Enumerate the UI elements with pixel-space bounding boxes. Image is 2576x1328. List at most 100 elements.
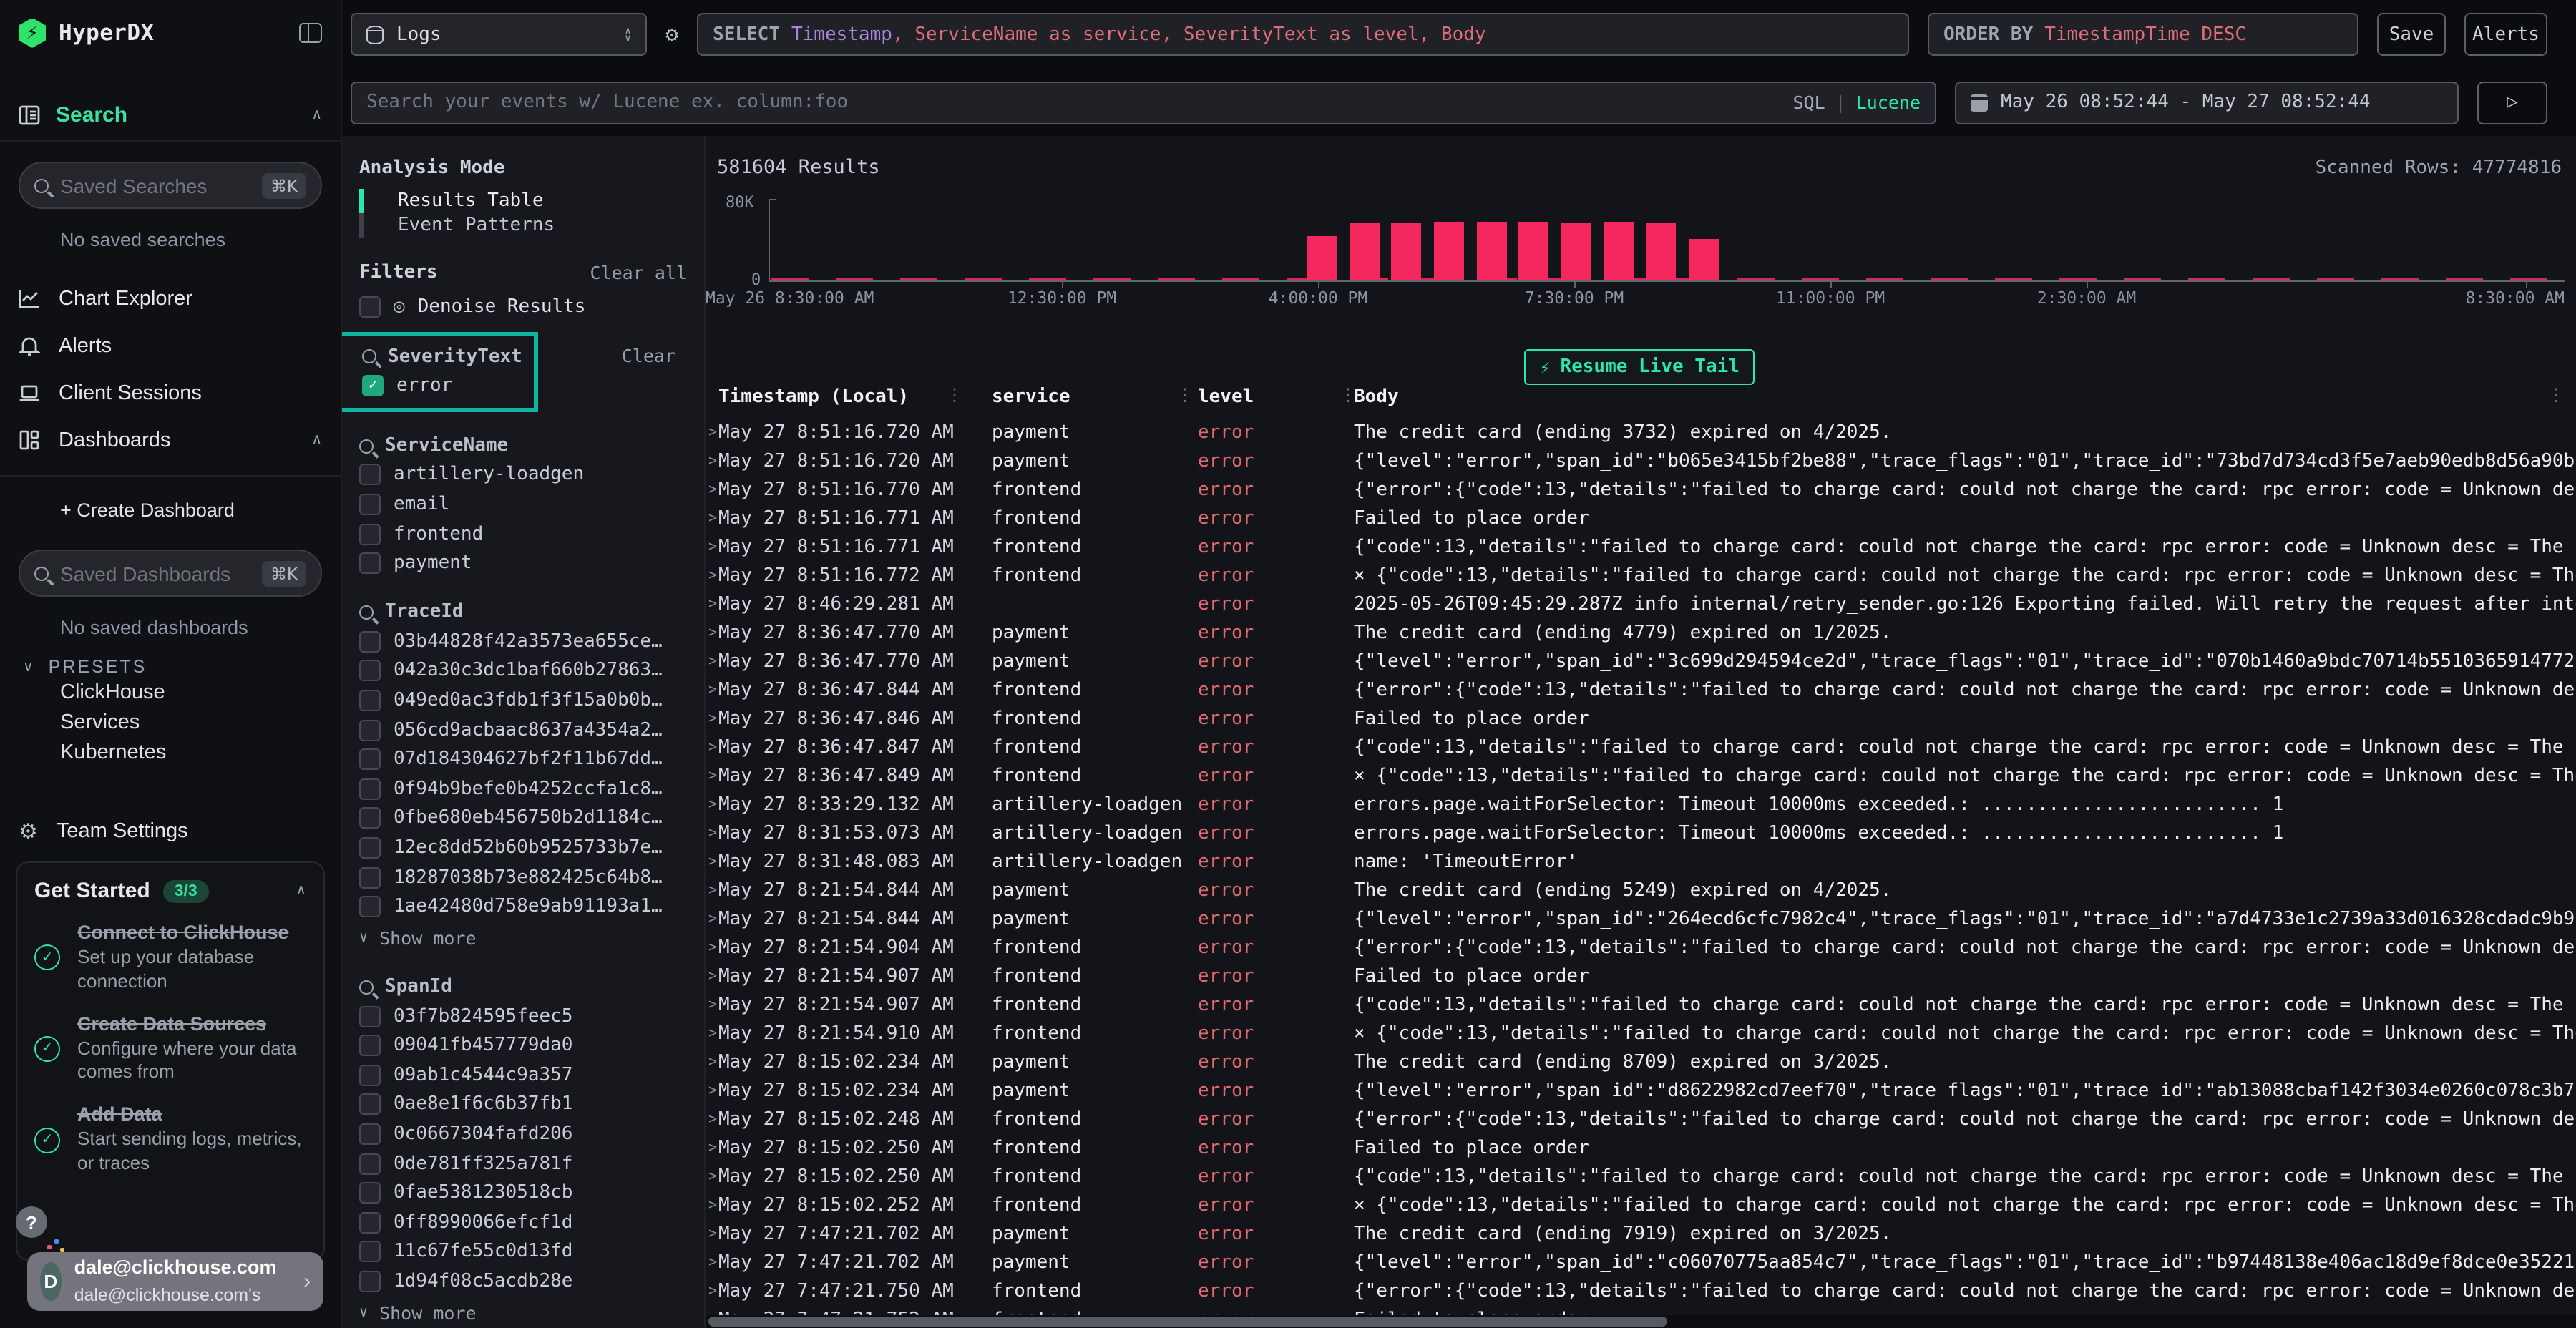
horizontal-scrollbar-thumb[interactable] — [708, 1317, 1667, 1327]
table-row[interactable]: > May 27 8:36:47.844 AM frontend error {… — [706, 675, 2576, 704]
sidebar-item-search[interactable]: Search ∧ — [0, 90, 341, 142]
row-expand-chevron-icon[interactable]: > — [706, 939, 718, 955]
table-row[interactable]: > May 27 7:47:21.702 AM payment error {"… — [706, 1248, 2576, 1276]
checkbox-unchecked[interactable] — [359, 1123, 381, 1145]
histogram-bar[interactable] — [1349, 223, 1379, 280]
row-expand-chevron-icon[interactable]: > — [706, 682, 718, 698]
checkbox-unchecked[interactable] — [359, 1065, 381, 1086]
saved-dashboards-input[interactable]: Saved Dashboards ⌘K — [19, 550, 322, 597]
table-row[interactable]: > May 27 8:21:54.910 AM frontend error ×… — [706, 1019, 2576, 1048]
filter-value[interactable]: 056cd9acbaac8637a4354a2… — [359, 716, 687, 745]
event-search-input[interactable]: Search your events w/ Lucene ex. column:… — [351, 81, 1936, 124]
row-expand-chevron-icon[interactable]: > — [706, 1254, 718, 1270]
row-expand-chevron-icon[interactable]: > — [706, 1111, 718, 1127]
row-expand-chevron-icon[interactable]: > — [706, 854, 718, 869]
help-button[interactable]: ? — [16, 1206, 47, 1238]
checkbox-unchecked[interactable] — [359, 1035, 381, 1057]
row-expand-chevron-icon[interactable]: > — [706, 825, 718, 841]
row-expand-chevron-icon[interactable]: > — [706, 1083, 718, 1098]
histogram-bar[interactable] — [1646, 223, 1677, 280]
denoise-results-checkbox[interactable]: ◎ Denoise Results — [359, 296, 687, 318]
filter-value[interactable]: frontend — [359, 519, 687, 549]
get-started-item[interactable]: ✓ Add Data Start sending logs, metrics, … — [34, 1104, 306, 1176]
table-row[interactable]: > May 27 8:51:16.771 AM frontend error {… — [706, 532, 2576, 561]
filter-value[interactable]: 03f7b824595feec5 — [359, 1002, 687, 1031]
create-dashboard-button[interactable]: + Create Dashboard — [0, 489, 341, 529]
checkbox-unchecked[interactable] — [359, 690, 381, 711]
histogram-bar[interactable] — [1392, 224, 1422, 280]
filter-value[interactable]: 042a30c3dc1baf660b27863… — [359, 656, 687, 685]
checkbox-unchecked[interactable] — [359, 494, 381, 515]
checkbox-unchecked[interactable] — [359, 719, 381, 741]
checkbox-unchecked[interactable] — [359, 896, 381, 917]
row-expand-chevron-icon[interactable]: > — [706, 567, 718, 583]
table-options-kebab-icon[interactable]: ⋮ — [2547, 385, 2565, 405]
histogram-bar[interactable] — [1434, 222, 1464, 280]
checkbox-unchecked[interactable] — [359, 660, 381, 682]
column-header-service[interactable]: service — [992, 386, 1198, 408]
filter-value[interactable]: 09041fb457779da0 — [359, 1031, 687, 1060]
sql-mode-toggle[interactable]: SQL — [1792, 92, 1825, 113]
row-expand-chevron-icon[interactable]: > — [706, 1226, 718, 1241]
row-expand-chevron-icon[interactable]: > — [706, 596, 718, 612]
checkbox-unchecked[interactable] — [359, 1153, 381, 1174]
filter-value[interactable]: 0c0667304fafd206 — [359, 1120, 687, 1149]
table-row[interactable]: > May 27 8:21:54.907 AM frontend error F… — [706, 962, 2576, 990]
checkbox-unchecked[interactable] — [359, 296, 381, 318]
checkbox-unchecked[interactable] — [359, 808, 381, 829]
row-expand-chevron-icon[interactable]: > — [706, 882, 718, 898]
table-row[interactable]: > May 27 8:15:02.250 AM frontend error F… — [706, 1133, 2576, 1162]
table-row[interactable]: > May 27 8:15:02.252 AM frontend error ×… — [706, 1191, 2576, 1219]
filter-value-error[interactable]: ✓ error — [362, 371, 525, 400]
table-row[interactable]: > May 27 8:15:02.250 AM frontend error {… — [706, 1162, 2576, 1191]
checkbox-unchecked[interactable] — [359, 1271, 381, 1292]
checkbox-unchecked[interactable] — [359, 523, 381, 545]
checkbox-unchecked[interactable] — [359, 552, 381, 574]
filter-value[interactable]: 0ae8e1f6c6b37fb1 — [359, 1090, 687, 1119]
filter-value[interactable]: 18287038b73e882425c64b8… — [359, 862, 687, 892]
filter-value[interactable]: 0ff8990066efcf1d — [359, 1208, 687, 1237]
filter-value[interactable]: 1ae42480d758e9ab91193a1… — [359, 892, 687, 922]
table-row[interactable]: > May 27 7:47:21.702 AM payment error Th… — [706, 1219, 2576, 1248]
chevron-up-icon[interactable]: ∧ — [311, 432, 322, 448]
table-row[interactable]: > May 27 8:36:47.849 AM frontend error ×… — [706, 761, 2576, 790]
table-row[interactable]: > May 27 8:21:54.907 AM frontend error {… — [706, 990, 2576, 1019]
chevron-up-icon[interactable]: ∧ — [311, 107, 322, 123]
source-select[interactable]: Logs ∧∨ — [351, 13, 647, 56]
lucene-mode-toggle[interactable]: Lucene — [1856, 92, 1921, 113]
preset-item[interactable]: ClickHouse — [0, 677, 341, 707]
table-row[interactable]: > May 27 8:36:47.770 AM payment error {"… — [706, 647, 2576, 675]
resume-live-tail-button[interactable]: ⚡ Resume Live Tail — [1524, 349, 1755, 385]
filter-value[interactable]: 0f94b9befe0b4252ccfa1c8… — [359, 774, 687, 804]
table-row[interactable]: > May 27 8:46:29.281 AM error 2025-05-26… — [706, 590, 2576, 618]
table-row[interactable]: > May 27 8:15:02.248 AM frontend error {… — [706, 1105, 2576, 1133]
checkbox-unchecked[interactable] — [359, 464, 381, 486]
checkbox-unchecked[interactable] — [359, 631, 381, 653]
alerts-button[interactable]: Alerts — [2464, 13, 2547, 56]
table-row[interactable]: > May 27 8:51:16.772 AM frontend error ×… — [706, 561, 2576, 590]
histogram-bar[interactable] — [1689, 240, 1719, 280]
user-menu[interactable]: D dale@clickhouse.com dale@clickhouse.co… — [27, 1252, 323, 1311]
column-resize-handle[interactable]: ⋮ — [1340, 385, 1357, 405]
mode-event-patterns[interactable]: Event Patterns — [359, 213, 687, 238]
checkbox-unchecked[interactable] — [359, 1212, 381, 1234]
run-query-button[interactable]: ▷ — [2477, 81, 2547, 124]
row-expand-chevron-icon[interactable]: > — [706, 1025, 718, 1041]
row-expand-chevron-icon[interactable]: > — [706, 768, 718, 783]
sidebar-item-chart-explorer[interactable]: Chart Explorer — [0, 275, 341, 322]
results-histogram[interactable]: 80K 0 — [706, 193, 2565, 282]
filter-value[interactable]: payment — [359, 549, 687, 578]
filter-value[interactable]: 12ec8dd52b60b9525733b7e… — [359, 833, 687, 862]
table-row[interactable]: > May 27 8:36:47.847 AM frontend error {… — [706, 733, 2576, 761]
presets-toggle[interactable]: ∨ PRESETS — [0, 657, 341, 677]
histogram-bar[interactable] — [1561, 223, 1591, 280]
row-expand-chevron-icon[interactable]: > — [706, 1197, 718, 1213]
row-expand-chevron-icon[interactable]: > — [706, 711, 718, 726]
table-row[interactable]: > May 27 8:36:47.770 AM payment error Th… — [706, 618, 2576, 647]
row-expand-chevron-icon[interactable]: > — [706, 539, 718, 555]
checkbox-unchecked[interactable] — [359, 1094, 381, 1115]
checkbox-unchecked[interactable] — [359, 1241, 381, 1263]
row-expand-chevron-icon[interactable]: > — [706, 653, 718, 669]
filter-value[interactable]: email — [359, 489, 687, 519]
histogram-bar[interactable] — [1476, 222, 1506, 280]
